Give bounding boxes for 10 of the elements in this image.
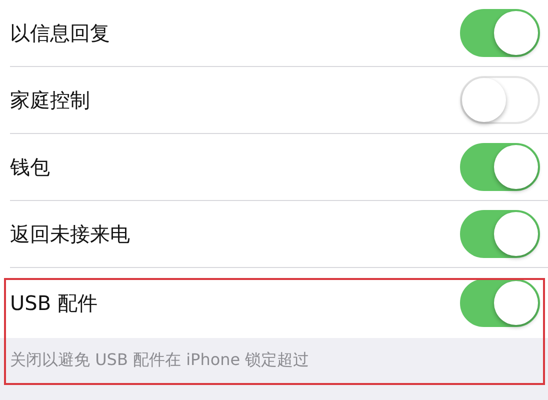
setting-label: 返回未接来电 (10, 220, 130, 248)
setting-label: 家庭控制 (10, 86, 90, 114)
footer-note: 关闭以避免 USB 配件在 iPhone 锁定超过 (10, 350, 310, 369)
toggle-switch[interactable] (460, 9, 540, 57)
toggle-switch[interactable] (460, 279, 540, 327)
toggle-switch[interactable] (460, 210, 540, 258)
setting-label: 钱包 (10, 154, 50, 180)
toggle-switch[interactable] (460, 143, 540, 191)
setting-label: USB 配件 (10, 290, 98, 316)
setting-label: 以信息回复 (10, 20, 110, 46)
